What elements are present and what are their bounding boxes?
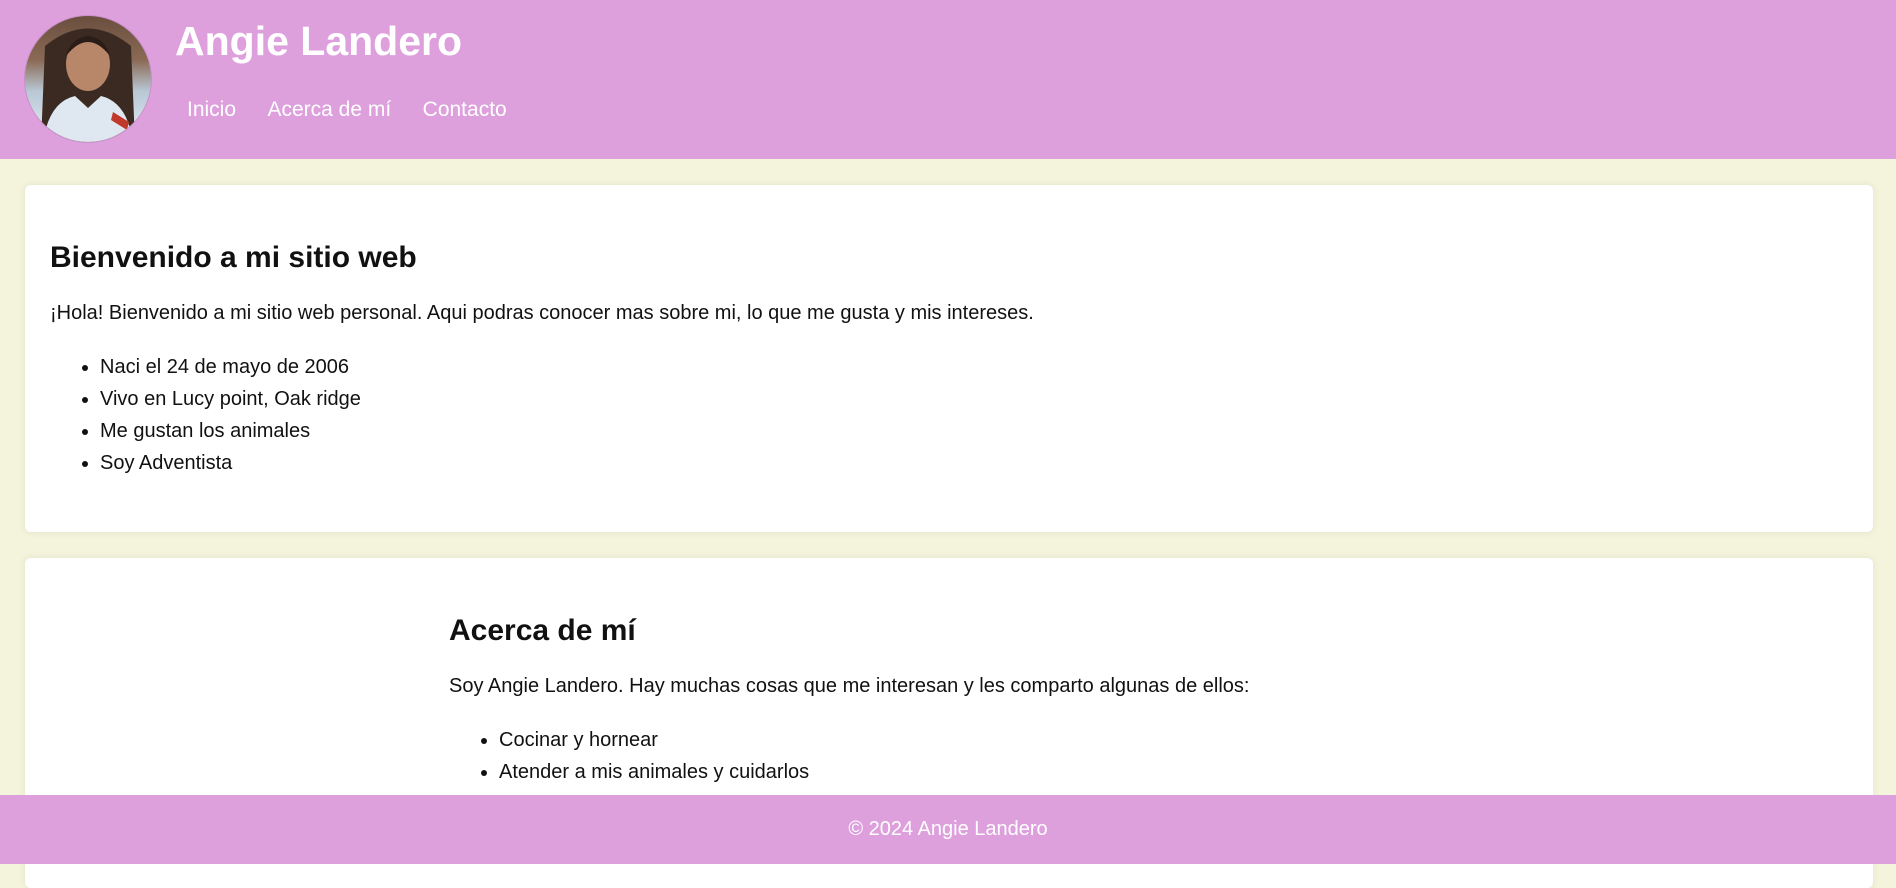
avatar	[24, 15, 152, 143]
welcome-section: Bienvenido a mi sitio web ¡Hola! Bienven…	[25, 185, 1873, 532]
welcome-heading: Bienvenido a mi sitio web	[50, 241, 417, 274]
about-intro: Soy Angie Landero. Hay muchas cosas que …	[449, 675, 1250, 697]
main-nav: Inicio Acerca de mí Contacto	[187, 98, 534, 122]
site-header: Angie Landero Inicio Acerca de mí Contac…	[0, 0, 1896, 159]
list-item: Atender a mis animales y cuidarlos	[499, 756, 1848, 788]
about-list: Cocinar y hornear Atender a mis animales…	[449, 724, 1848, 788]
profile-photo-icon	[41, 28, 135, 142]
welcome-list: Naci el 24 de mayo de 2006 Vivo en Lucy …	[50, 351, 1848, 479]
nav-link-inicio[interactable]: Inicio	[187, 98, 236, 121]
nav-link-contacto[interactable]: Contacto	[423, 98, 507, 121]
list-item: Me gustan los animales	[100, 415, 1848, 447]
about-heading: Acerca de mí	[449, 614, 636, 647]
nav-link-acerca[interactable]: Acerca de mí	[267, 98, 391, 121]
list-item: Naci el 24 de mayo de 2006	[100, 351, 1848, 383]
welcome-intro: ¡Hola! Bienvenido a mi sitio web persona…	[50, 302, 1034, 324]
list-item: Vivo en Lucy point, Oak ridge	[100, 383, 1848, 415]
list-item: Soy Adventista	[100, 447, 1848, 479]
site-title: Angie Landero	[175, 18, 463, 64]
footer-copyright: © 2024 Angie Landero	[848, 818, 1048, 840]
list-item: Cocinar y hornear	[499, 724, 1848, 756]
site-footer: © 2024 Angie Landero	[0, 795, 1896, 864]
